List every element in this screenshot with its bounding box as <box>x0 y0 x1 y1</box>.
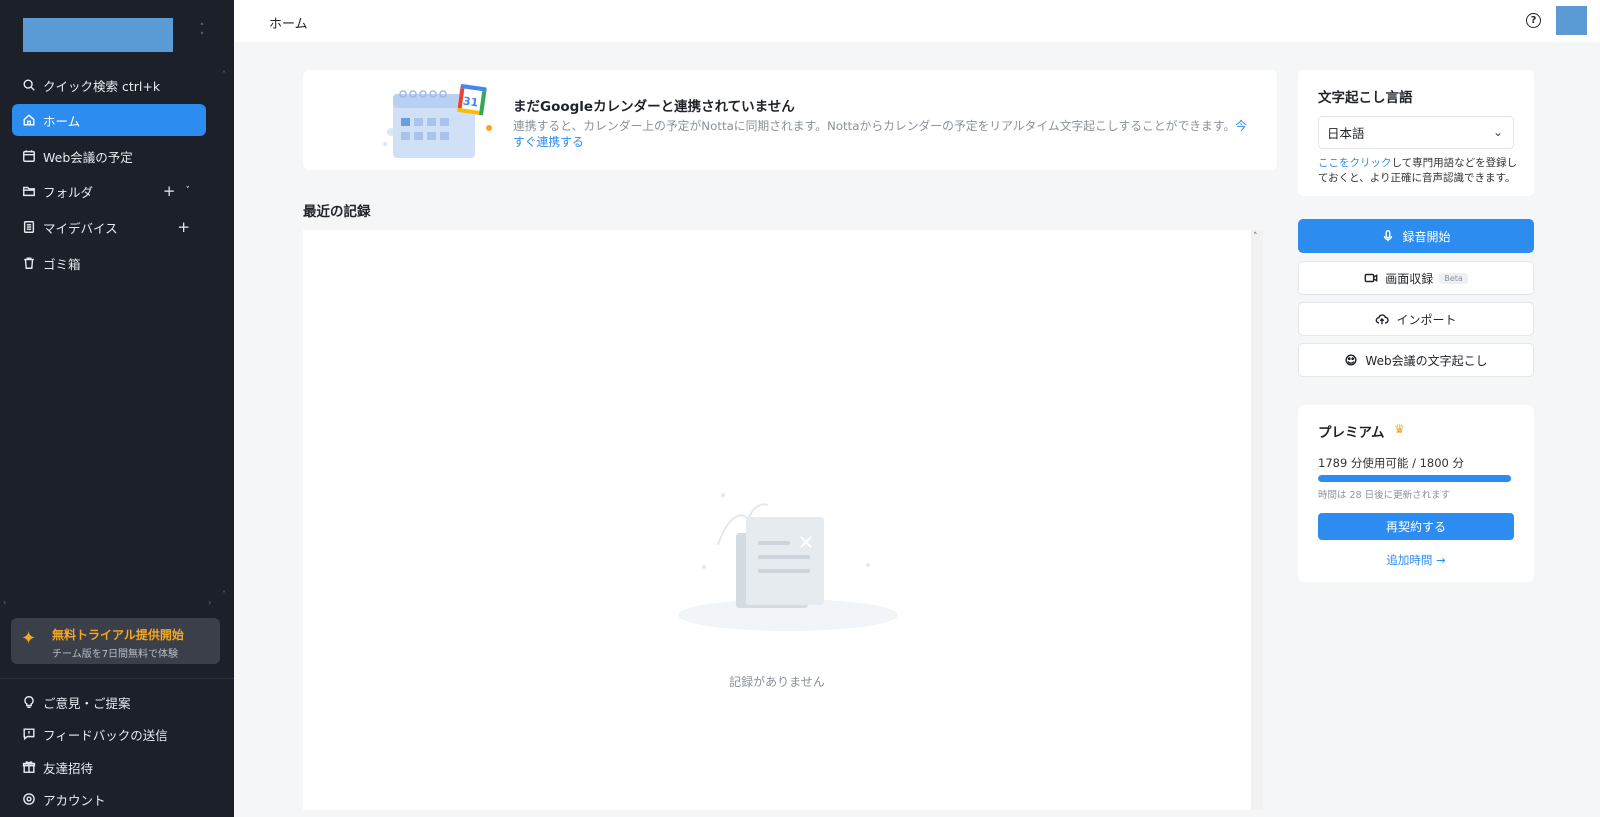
calendar-illustration: 31 <box>381 82 499 160</box>
sidebar-item-label: マイデバイス <box>43 220 118 236</box>
sidebar-item-label: クイック検索 ctrl+k <box>43 78 161 94</box>
google-calendar-banner: 31 まだGoogleカレンダーと連携されていません 連携すると、カレンダー上の… <box>303 70 1277 170</box>
sidebar-item-web-meetings[interactable]: Web会議の予定 <box>12 140 206 172</box>
screen-record-label: 画面収録 <box>1385 271 1434 286</box>
import-button[interactable]: インポート <box>1298 302 1534 336</box>
chevron-down-icon: ⌄ <box>1492 125 1503 139</box>
calendar-icon <box>22 149 36 163</box>
sidebar-divider <box>0 678 234 679</box>
sidebar-item-account[interactable]: アカウント <box>12 783 106 815</box>
web-meeting-label: Web会議の文字起こし <box>1365 353 1488 368</box>
screen-record-button[interactable]: 画面収録 Beta <box>1298 261 1534 295</box>
home-icon <box>22 113 36 127</box>
start-recording-button[interactable]: 録音開始 <box>1298 219 1534 253</box>
scroll-up-icon[interactable]: ˄ <box>1253 232 1258 242</box>
sidebar-item-invite[interactable]: 友達招待 <box>12 751 93 783</box>
sidebar-item-label: ゴミ箱 <box>43 256 81 272</box>
chevron-down-icon[interactable]: ˅ <box>186 186 191 196</box>
records-scrollbar[interactable]: ˄ <box>1251 230 1263 810</box>
sidebar-scroll-down-icon[interactable]: ˅ <box>222 590 226 599</box>
sidebar-item-home[interactable]: ホーム <box>12 104 206 136</box>
sidebar-item-label: ホーム <box>43 113 81 129</box>
sidebar-item-label: フォルダ <box>43 184 94 200</box>
sidebar-item-label: Web会議の予定 <box>43 149 133 165</box>
beta-badge: Beta <box>1439 272 1468 284</box>
register-terms-link[interactable]: ここをクリック <box>1318 157 1392 169</box>
trial-subtitle: チーム版を7日間無料で体験 <box>52 649 179 660</box>
language-select-value: 日本語 <box>1327 126 1365 141</box>
trash-icon <box>22 256 36 270</box>
usage-text: 1789 分使用可能 / 1800 分 <box>1318 456 1465 470</box>
top-bar: ホーム ? <box>234 0 1600 42</box>
trial-title: 無料トライアル提供開始 <box>52 628 184 642</box>
feedback-icon <box>22 727 36 741</box>
sidebar-item-feedback[interactable]: フィードバックの送信 <box>12 718 168 750</box>
breadcrumb: ホーム <box>269 17 308 32</box>
meeting-icon <box>1344 353 1358 367</box>
folder-icon <box>22 184 36 198</box>
free-trial-banner[interactable]: ✦ 無料トライアル提供開始 チーム版を7日間無料で体験 <box>11 618 220 664</box>
usage-progress-fill <box>1318 475 1511 482</box>
device-icon <box>22 220 36 234</box>
sidebar: ˄ ˅ クイック検索 ctrl+k ホーム Web会議の予定 フォルダ + ˅ マ… <box>0 0 234 817</box>
import-label: インポート <box>1396 312 1457 327</box>
device-actions: + <box>177 211 190 243</box>
sidebar-item-label: 友達招待 <box>43 760 94 776</box>
search-icon <box>22 78 36 92</box>
sidebar-item-quick-search[interactable]: クイック検索 ctrl+k <box>12 69 206 101</box>
start-recording-label: 録音開始 <box>1402 229 1451 244</box>
empty-state-text: 記録がありません <box>729 675 825 689</box>
usage-progress-bar <box>1318 475 1512 482</box>
sidebar-item-my-devices[interactable]: マイデバイス + <box>12 211 206 243</box>
add-time-link[interactable]: 追加時間 → <box>1298 552 1534 568</box>
transcription-language-card: 文字起こし言語 日本語 ⌄ ここをクリックして専門用語などを登録しておくと、より… <box>1298 70 1534 196</box>
sidebar-item-label: フィードバックの送信 <box>43 727 168 743</box>
premium-title: プレミアム <box>1318 425 1385 441</box>
empty-document-illustration <box>668 485 908 645</box>
renew-note: 時間は 28 日後に更新されます <box>1318 490 1451 501</box>
add-device-icon[interactable]: + <box>177 218 190 236</box>
cloud-upload-icon <box>1375 312 1390 326</box>
sidebar-item-trash[interactable]: ゴミ箱 <box>12 247 206 279</box>
sidebar-item-label: ご意見・ご提案 <box>43 695 131 711</box>
banner-title: まだGoogleカレンダーと連携されていません <box>513 99 795 115</box>
sidebar-horizontal-scrollbar[interactable]: ‹ › <box>0 598 234 608</box>
sparkle-icon: ✦ <box>21 628 37 649</box>
sidebar-item-folders[interactable]: フォルダ + ˅ <box>12 175 206 207</box>
microphone-icon <box>1381 229 1395 243</box>
video-camera-icon <box>1364 271 1378 285</box>
language-card-title: 文字起こし言語 <box>1318 90 1413 106</box>
gift-icon <box>22 760 36 774</box>
folder-actions: + ˅ <box>163 175 190 207</box>
workspace-toggle-icon[interactable]: ˄ ˅ <box>196 24 208 42</box>
recent-records-panel: 記録がありません ˄ <box>303 230 1263 810</box>
add-folder-icon[interactable]: + <box>163 182 176 200</box>
scroll-right-icon[interactable]: › <box>208 598 211 607</box>
workspace-switcher[interactable] <box>23 18 173 52</box>
language-note: ここをクリックして専門用語などを登録しておくと、より正確に音声認識できます。 <box>1318 156 1520 186</box>
lightbulb-icon <box>22 695 36 709</box>
recent-records-title: 最近の記録 <box>303 204 371 220</box>
calendar-day: 31 <box>462 95 479 110</box>
account-gear-icon <box>22 792 36 806</box>
sidebar-item-suggestions[interactable]: ご意見・ご提案 <box>12 686 131 718</box>
web-meeting-transcribe-button[interactable]: Web会議の文字起こし <box>1298 343 1534 377</box>
avatar[interactable] <box>1556 6 1587 35</box>
banner-description-text: 連携すると、カレンダー上の予定がNottaに同期されます。Nottaからカレンダ… <box>513 119 1236 133</box>
sidebar-scroll-up-icon[interactable]: ˄ <box>222 70 226 79</box>
premium-card: プレミアム ♛ 1789 分使用可能 / 1800 分 時間は 28 日後に更新… <box>1298 405 1534 582</box>
language-select[interactable]: 日本語 ⌄ <box>1318 116 1514 149</box>
crown-icon: ♛ <box>1394 422 1405 436</box>
banner-description: 連携すると、カレンダー上の予定がNottaに同期されます。Nottaからカレンダ… <box>513 118 1253 150</box>
help-icon[interactable]: ? <box>1526 13 1541 28</box>
renew-button[interactable]: 再契約する <box>1318 513 1514 540</box>
sidebar-item-label: アカウント <box>43 792 106 808</box>
scroll-left-icon[interactable]: ‹ <box>3 598 6 607</box>
